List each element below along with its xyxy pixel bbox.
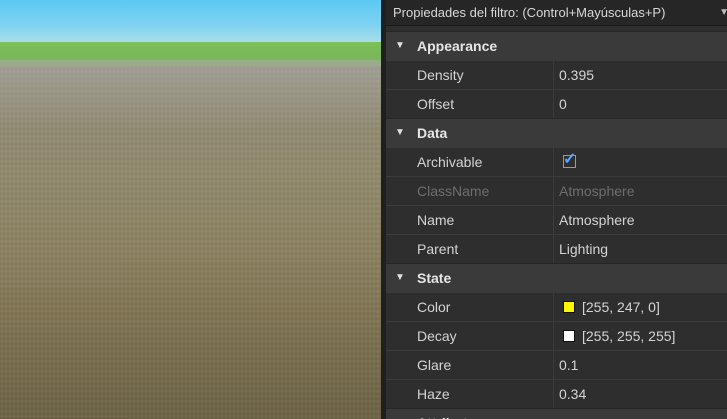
property-offset[interactable]: Offset 0: [386, 89, 727, 118]
checkmark-icon: ✓: [563, 151, 577, 168]
property-density[interactable]: Density 0.395: [386, 60, 727, 89]
property-value: Atmosphere: [559, 183, 635, 199]
property-value[interactable]: [255, 247, 0]: [582, 293, 660, 321]
property-archivable[interactable]: Archivable ✓: [386, 147, 727, 176]
color-swatch[interactable]: [563, 330, 575, 342]
column-divider: [553, 61, 554, 89]
sky: [0, 0, 381, 42]
column-divider: [553, 322, 554, 350]
properties-panel: Propiedades del filtro: (Control+Mayúscu…: [386, 0, 727, 419]
collapse-triangle-icon[interactable]: ▼: [395, 119, 405, 147]
property-value[interactable]: 0.34: [559, 380, 586, 408]
property-name: Color: [417, 299, 451, 315]
collapse-triangle-icon[interactable]: ▼: [395, 264, 405, 292]
property-name-row[interactable]: Name Atmosphere: [386, 205, 727, 234]
property-name: Haze: [417, 386, 450, 402]
section-label: Attributes: [417, 409, 483, 419]
column-divider: [553, 235, 554, 263]
property-name: Name: [417, 212, 455, 228]
property-filter-input[interactable]: Propiedades del filtro: (Control+Mayúscu…: [386, 0, 727, 26]
chevron-down-icon[interactable]: ▼: [719, 0, 727, 26]
section-appearance[interactable]: ▼ Appearance: [386, 31, 727, 60]
section-label: Data: [417, 125, 448, 141]
collapse-triangle-icon[interactable]: ▼: [395, 32, 405, 60]
column-divider: [553, 351, 554, 379]
property-name: Decay: [417, 328, 457, 344]
property-classname: ClassName Atmosphere: [386, 176, 727, 205]
property-name: Archivable: [417, 154, 483, 170]
property-parent[interactable]: Parent Lighting: [386, 234, 727, 263]
filter-label: Propiedades del filtro: (Control+Mayúscu…: [393, 5, 666, 20]
color-swatch[interactable]: [563, 301, 575, 313]
property-value[interactable]: 0.1: [559, 351, 578, 379]
property-glare[interactable]: Glare 0.1: [386, 350, 727, 379]
collapse-triangle-icon[interactable]: ▼: [395, 409, 405, 419]
atmosphere-haze: [0, 60, 381, 130]
section-state[interactable]: ▼ State: [386, 263, 727, 292]
section-label: State: [417, 270, 452, 286]
archivable-checkbox[interactable]: ✓: [563, 151, 576, 168]
column-divider: [553, 293, 554, 321]
column-divider: [553, 177, 554, 205]
property-name: Parent: [417, 241, 459, 257]
column-divider: [553, 90, 554, 118]
property-value[interactable]: 0.395: [559, 61, 594, 89]
section-data[interactable]: ▼ Data: [386, 118, 727, 147]
property-value[interactable]: Atmosphere: [559, 206, 634, 234]
column-divider: [553, 380, 554, 408]
property-name: Glare: [417, 357, 452, 373]
property-value[interactable]: 0: [559, 90, 567, 118]
property-decay[interactable]: Decay [255, 255, 255]: [386, 321, 727, 350]
property-name: Offset: [417, 96, 455, 112]
section-label: Appearance: [417, 38, 498, 54]
section-attributes[interactable]: ▼ Attributes: [386, 408, 727, 419]
property-name: Density: [417, 67, 464, 83]
3d-viewport[interactable]: [0, 0, 381, 419]
property-value[interactable]: Lighting: [559, 235, 608, 263]
property-value[interactable]: [255, 255, 255]: [582, 322, 675, 350]
property-color[interactable]: Color [255, 247, 0]: [386, 292, 727, 321]
column-divider: [553, 206, 554, 234]
property-haze[interactable]: Haze 0.34: [386, 379, 727, 408]
property-name: ClassName: [417, 183, 490, 199]
column-divider: [553, 148, 554, 176]
